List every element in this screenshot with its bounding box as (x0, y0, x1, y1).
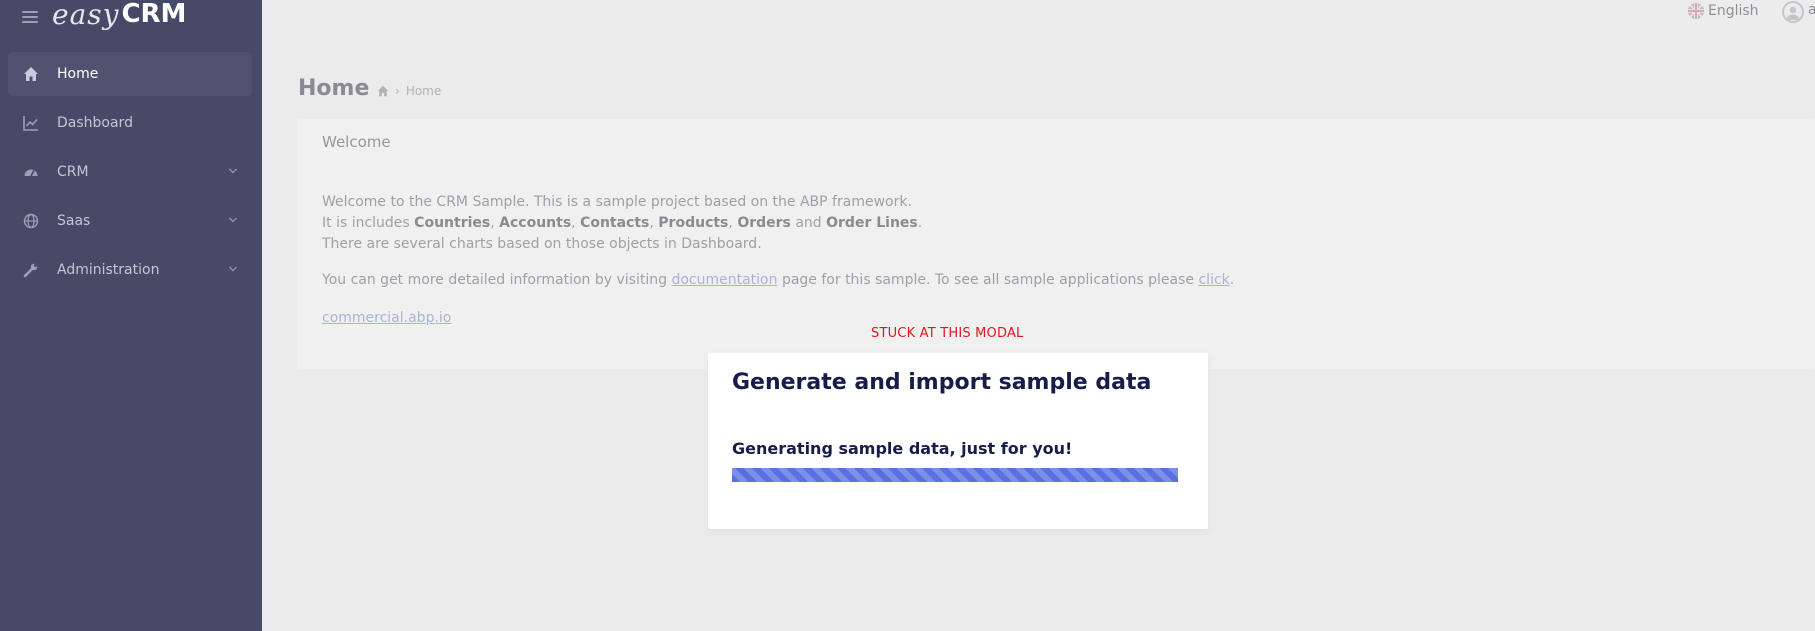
language-label: English (1708, 3, 1759, 19)
progress-bar-fill (732, 468, 1178, 482)
documentation-link[interactable]: documentation (671, 272, 777, 288)
brand-logo-part2: CRM (121, 0, 187, 29)
sidebar-item-label: Saas (57, 213, 91, 229)
sidebar-item-dashboard[interactable]: Dashboard (8, 101, 252, 145)
globe-icon (22, 212, 40, 230)
brand: easy CRM (22, 0, 186, 34)
modal-title: Generate and import sample data (732, 370, 1152, 395)
user-avatar-icon[interactable] (1782, 1, 1804, 23)
chevron-down-icon (228, 168, 238, 174)
home-icon[interactable] (377, 85, 389, 97)
home-icon (22, 65, 40, 83)
modal-message: Generating sample data, just for you! (732, 439, 1073, 458)
breadcrumb-separator: › (395, 84, 400, 98)
entity-orders: Orders (737, 215, 791, 231)
breadcrumb-item: Home (405, 84, 442, 98)
sidebar-item-crm[interactable]: CRM (8, 150, 252, 194)
annotation-label: STUCK AT THIS MODAL (871, 326, 1024, 341)
brand-logo-part1: easy (52, 0, 120, 31)
welcome-line-1: Welcome to the CRM Sample. This is a sam… (322, 194, 912, 210)
breadcrumb: › Home (377, 84, 441, 98)
sidebar-item-label: CRM (57, 164, 89, 180)
entity-countries: Countries (414, 215, 491, 231)
welcome-card-heading: Welcome (322, 133, 391, 151)
chart-line-icon (22, 114, 40, 132)
sidebar-item-label: Home (57, 66, 99, 82)
entity-products: Products (658, 215, 729, 231)
uk-flag-icon (1688, 3, 1704, 19)
menu-toggle-icon[interactable] (22, 11, 38, 23)
sidebar-item-home[interactable]: Home (8, 52, 252, 96)
welcome-card: Welcome Welcome to the CRM Sample. This … (298, 119, 1815, 369)
commercial-abp-link[interactable]: commercial.abp.io (322, 310, 451, 326)
sidebar: easy CRM Home Dashboard CRM Saas Adminis… (0, 0, 262, 631)
welcome-line-2: It is includes Countries, Accounts, Cont… (322, 215, 923, 231)
welcome-line-3: There are several charts based on those … (322, 236, 762, 252)
tachometer-icon (22, 163, 40, 181)
sample-data-modal: Generate and import sample data Generati… (708, 353, 1208, 529)
wrench-icon (22, 261, 40, 279)
welcome-line-4: You can get more detailed information by… (322, 272, 1235, 288)
sidebar-item-label: Dashboard (57, 115, 133, 131)
entity-contacts: Contacts (580, 215, 650, 231)
sidebar-item-saas[interactable]: Saas (8, 199, 252, 243)
chevron-down-icon (228, 217, 238, 223)
language-selector[interactable]: English (1688, 3, 1759, 19)
user-name[interactable]: a (1808, 2, 1815, 18)
topbar (262, 0, 1815, 40)
welcome-card-body: Welcome to the CRM Sample. This is a sam… (322, 192, 1234, 329)
progress-bar (732, 468, 1178, 482)
page-title: Home (298, 76, 370, 101)
sidebar-item-label: Administration (57, 262, 160, 278)
entity-accounts: Accounts (499, 215, 572, 231)
entity-order-lines: Order Lines (826, 215, 918, 231)
chevron-down-icon (228, 266, 238, 272)
sidebar-item-administration[interactable]: Administration (8, 248, 252, 292)
sidebar-nav: Home Dashboard CRM Saas Administration (8, 52, 252, 297)
click-link[interactable]: click (1198, 272, 1229, 288)
